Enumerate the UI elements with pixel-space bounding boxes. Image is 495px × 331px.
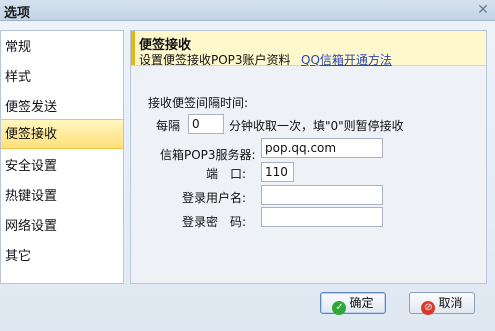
check-icon: ✓ bbox=[332, 301, 347, 315]
cancel-icon: ⊘ bbox=[421, 301, 436, 315]
username-label: 登录用户名: bbox=[182, 191, 247, 205]
options-dialog: 选项 ✕ 常规 样式 便签发送 便签接收 安全设置 热键设置 网络设置 其它 便… bbox=[0, 0, 495, 331]
sidebar: 常规 样式 便签发送 便签接收 安全设置 热键设置 网络设置 其它 bbox=[0, 30, 124, 284]
title-bar[interactable]: 选项 ✕ bbox=[0, 0, 495, 21]
ok-label: 确定 bbox=[349, 296, 374, 310]
pop3-label: 信箱POP3服务器: bbox=[160, 148, 256, 162]
help-link[interactable]: QQ信箱开通方法 bbox=[301, 51, 392, 68]
window-title: 选项 bbox=[4, 6, 31, 21]
interval-heading: 接收便签间隔时间: bbox=[148, 96, 249, 110]
sidebar-item-hotkey[interactable]: 热键设置 bbox=[1, 182, 123, 212]
password-label: 登录密 码: bbox=[182, 215, 247, 229]
password-input[interactable] bbox=[261, 207, 383, 227]
cancel-label: 取消 bbox=[438, 296, 463, 310]
close-icon[interactable]: ✕ bbox=[475, 2, 491, 18]
ok-button[interactable]: ✓ 确定 bbox=[320, 292, 386, 315]
sidebar-item-network[interactable]: 网络设置 bbox=[1, 212, 123, 242]
interval-input[interactable]: 0 bbox=[188, 114, 224, 134]
interval-suffix: 分钟收取一次，填"0"则暂停接收 bbox=[229, 119, 404, 133]
username-input[interactable] bbox=[261, 185, 383, 205]
cancel-button[interactable]: ⊘ 取消 bbox=[409, 292, 475, 315]
settings-panel: 便签接收 设置便签接收POP3账户资料 QQ信箱开通方法 接收便签间隔时间: 每… bbox=[130, 30, 487, 284]
sidebar-item-security[interactable]: 安全设置 bbox=[1, 152, 123, 182]
panel-header: 便签接收 设置便签接收POP3账户资料 QQ信箱开通方法 bbox=[131, 31, 486, 68]
sidebar-item-style[interactable]: 样式 bbox=[1, 63, 123, 93]
port-label: 端 口: bbox=[206, 167, 247, 181]
sidebar-item-general[interactable]: 常规 bbox=[1, 33, 123, 63]
panel-description: 设置便签接收POP3账户资料 bbox=[139, 53, 291, 67]
interval-prefix: 每隔 bbox=[156, 119, 181, 133]
port-input[interactable]: 110 bbox=[261, 162, 294, 182]
pop3-server-input[interactable]: pop.qq.com bbox=[261, 138, 383, 158]
header-accent-bar bbox=[131, 31, 135, 65]
sidebar-item-note-receive[interactable]: 便签接收 bbox=[1, 119, 123, 149]
sidebar-item-other[interactable]: 其它 bbox=[1, 242, 123, 272]
